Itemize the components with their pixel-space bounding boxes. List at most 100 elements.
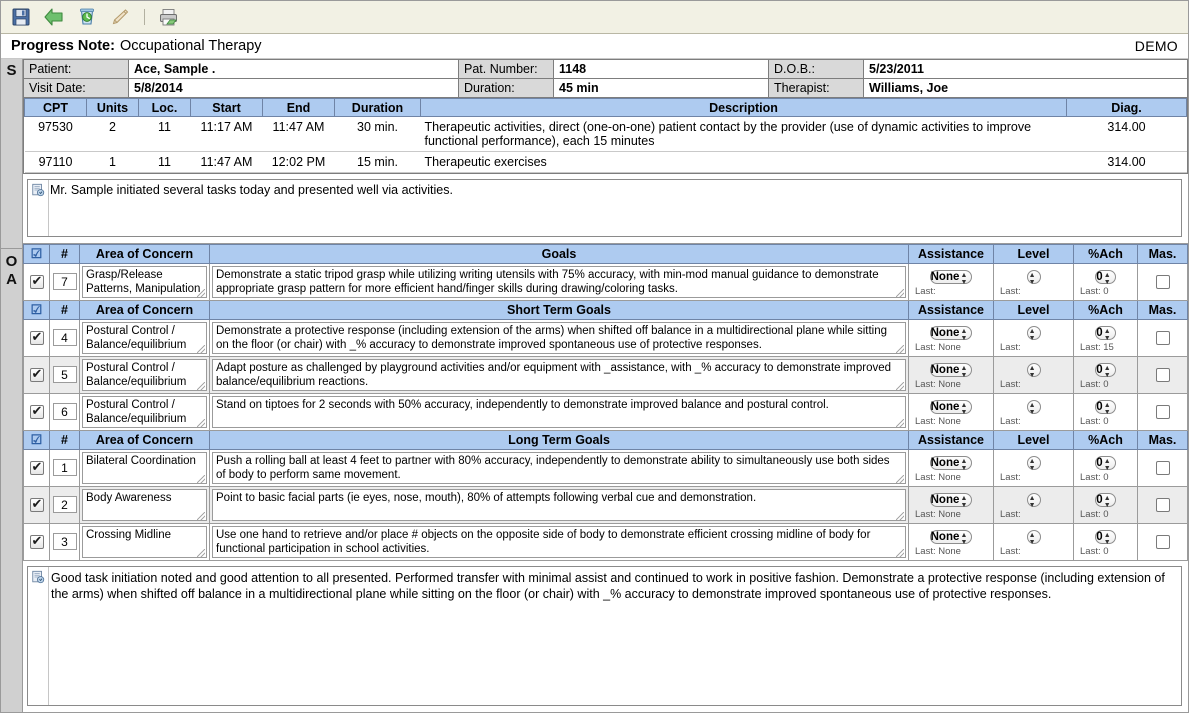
goal-text-input[interactable]: Push a rolling ball at least 4 feet to p…	[212, 452, 906, 484]
goal-row-checkbox-cell[interactable]	[23, 356, 50, 394]
area-of-concern-input[interactable]: Crossing Midline	[82, 526, 207, 558]
subjective-note-text[interactable]: Mr. Sample initiated several tasks today…	[48, 180, 1181, 236]
mastered-checkbox[interactable]	[1155, 497, 1170, 512]
goal-text-input[interactable]: Use one hand to retrieve and/or place # …	[212, 526, 906, 558]
pct-stepper[interactable]: 0 ▲ ▼	[1095, 270, 1116, 286]
mastered-cell[interactable]	[1137, 263, 1188, 301]
mastered-cell[interactable]	[1137, 319, 1188, 357]
level-select[interactable]: ▲ ▼	[1026, 530, 1041, 546]
area-of-concern-input[interactable]: Postural Control / Balance/equilibrium	[82, 359, 207, 391]
level-select[interactable]: ▲ ▼	[1026, 400, 1041, 416]
goal-area-cell[interactable]: Postural Control / Balance/equilibrium	[79, 356, 210, 394]
table-row[interactable]: 97110 1 11 11:47 AM 12:02 PM 15 min. The…	[24, 151, 1187, 173]
goal-select-checkbox[interactable]	[29, 329, 44, 345]
mastered-cell[interactable]	[1137, 449, 1188, 487]
level-select[interactable]: ▲ ▼	[1026, 326, 1041, 342]
pct-stepper[interactable]: 0 ▲ ▼	[1095, 400, 1116, 416]
mastered-checkbox[interactable]	[1155, 404, 1170, 419]
goals-col-check[interactable]: ☑	[23, 300, 50, 320]
pct-stepper[interactable]: 0 ▲ ▼	[1095, 363, 1116, 379]
area-of-concern-input[interactable]: Postural Control / Balance/equilibrium	[82, 396, 207, 428]
area-of-concern-input[interactable]: Body Awareness	[82, 489, 207, 521]
resize-grip[interactable]	[896, 475, 904, 483]
mastered-checkbox[interactable]	[1155, 274, 1170, 289]
goal-text-input[interactable]: Demonstrate a protective response (inclu…	[212, 322, 906, 354]
refresh-trash-icon[interactable]	[75, 5, 99, 29]
mastered-checkbox[interactable]	[1155, 460, 1170, 475]
note-template-icon[interactable]	[28, 567, 48, 705]
goal-text-input[interactable]: Adapt posture as challenged by playgroun…	[212, 359, 906, 391]
goal-select-checkbox[interactable]	[29, 273, 44, 289]
goal-text-input[interactable]: Point to basic facial parts (ie eyes, no…	[212, 489, 906, 521]
assessment-note-box[interactable]: Good task initiation noted and good atte…	[27, 566, 1182, 706]
resize-grip[interactable]	[896, 382, 904, 390]
goal-select-checkbox[interactable]	[29, 533, 44, 549]
goal-area-cell[interactable]: Crossing Midline	[79, 523, 210, 561]
goal-area-cell[interactable]: Body Awareness	[79, 486, 210, 524]
resize-grip[interactable]	[896, 289, 904, 297]
goal-text-cell[interactable]: Stand on tiptoes for 2 seconds with 50% …	[209, 393, 909, 431]
goals-col-check[interactable]: ☑	[23, 244, 50, 264]
goal-text-cell[interactable]: Adapt posture as challenged by playgroun…	[209, 356, 909, 394]
goal-select-checkbox[interactable]	[29, 403, 44, 419]
goal-area-cell[interactable]: Postural Control / Balance/equilibrium	[79, 393, 210, 431]
resize-grip[interactable]	[197, 382, 205, 390]
goal-select-checkbox[interactable]	[29, 366, 44, 382]
pct-stepper[interactable]: 0 ▲ ▼	[1095, 456, 1116, 472]
pct-stepper[interactable]: 0 ▲ ▼	[1095, 493, 1116, 509]
check-all-icon[interactable]: ☑	[31, 432, 43, 447]
check-all-icon[interactable]: ☑	[31, 246, 43, 261]
resize-grip[interactable]	[896, 345, 904, 353]
assistance-select[interactable]: None ▲ ▼	[929, 400, 973, 416]
pct-stepper[interactable]: 0 ▲ ▼	[1095, 530, 1116, 546]
mastered-cell[interactable]	[1137, 523, 1188, 561]
level-select[interactable]: ▲ ▼	[1026, 363, 1041, 379]
mastered-cell[interactable]	[1137, 486, 1188, 524]
print-icon[interactable]	[157, 5, 181, 29]
assistance-select[interactable]: None ▲ ▼	[929, 456, 973, 472]
goal-select-checkbox[interactable]	[29, 496, 44, 512]
goal-text-cell[interactable]: Demonstrate a protective response (inclu…	[209, 319, 909, 357]
assistance-select[interactable]: None ▲ ▼	[929, 530, 973, 546]
goal-area-cell[interactable]: Bilateral Coordination	[79, 449, 210, 487]
note-template-icon[interactable]	[28, 180, 48, 236]
therapist-value[interactable]: Williams, Joe	[863, 78, 1188, 98]
assessment-note-text[interactable]: Good task initiation noted and good atte…	[48, 567, 1181, 705]
goal-area-cell[interactable]: Grasp/Release Patterns, Manipulation ski…	[79, 263, 210, 301]
goal-row-checkbox-cell[interactable]	[23, 393, 50, 431]
goal-text-cell[interactable]: Point to basic facial parts (ie eyes, no…	[209, 486, 909, 524]
goal-select-checkbox[interactable]	[29, 459, 44, 475]
dob-value[interactable]: 5/23/2011	[863, 59, 1188, 79]
area-of-concern-input[interactable]: Grasp/Release Patterns, Manipulation ski…	[82, 266, 207, 298]
assistance-select[interactable]: None ▲ ▼	[929, 326, 973, 342]
goal-text-input[interactable]: Stand on tiptoes for 2 seconds with 50% …	[212, 396, 906, 428]
assistance-select[interactable]: None ▲ ▼	[929, 363, 973, 379]
save-icon[interactable]	[9, 5, 33, 29]
table-row[interactable]: 97530 2 11 11:17 AM 11:47 AM 30 min. The…	[24, 116, 1187, 152]
goal-text-cell[interactable]: Push a rolling ball at least 4 feet to p…	[209, 449, 909, 487]
goals-col-check[interactable]: ☑	[23, 430, 50, 450]
patient-value[interactable]: Ace, Sample .	[128, 59, 459, 79]
goal-row-checkbox-cell[interactable]	[23, 319, 50, 357]
resize-grip[interactable]	[197, 512, 205, 520]
subjective-note-box[interactable]: Mr. Sample initiated several tasks today…	[27, 179, 1182, 237]
level-select[interactable]: ▲ ▼	[1026, 456, 1041, 472]
mastered-checkbox[interactable]	[1155, 330, 1170, 345]
goal-area-cell[interactable]: Postural Control / Balance/equilibrium	[79, 319, 210, 357]
level-select[interactable]: ▲ ▼	[1026, 270, 1041, 286]
resize-grip[interactable]	[197, 345, 205, 353]
assistance-select[interactable]: None ▲ ▼	[929, 493, 973, 509]
resize-grip[interactable]	[896, 549, 904, 557]
level-select[interactable]: ▲ ▼	[1026, 493, 1041, 509]
goal-row-checkbox-cell[interactable]	[23, 486, 50, 524]
back-arrow-icon[interactable]	[42, 5, 66, 29]
pat-number-value[interactable]: 1148	[553, 59, 769, 79]
resize-grip[interactable]	[197, 289, 205, 297]
check-all-icon[interactable]: ☑	[31, 302, 43, 317]
resize-grip[interactable]	[896, 512, 904, 520]
goal-text-cell[interactable]: Use one hand to retrieve and/or place # …	[209, 523, 909, 561]
pct-stepper[interactable]: 0 ▲ ▼	[1095, 326, 1116, 342]
goal-text-cell[interactable]: Demonstrate a static tripod grasp while …	[209, 263, 909, 301]
mastered-cell[interactable]	[1137, 356, 1188, 394]
goal-text-input[interactable]: Demonstrate a static tripod grasp while …	[212, 266, 906, 298]
